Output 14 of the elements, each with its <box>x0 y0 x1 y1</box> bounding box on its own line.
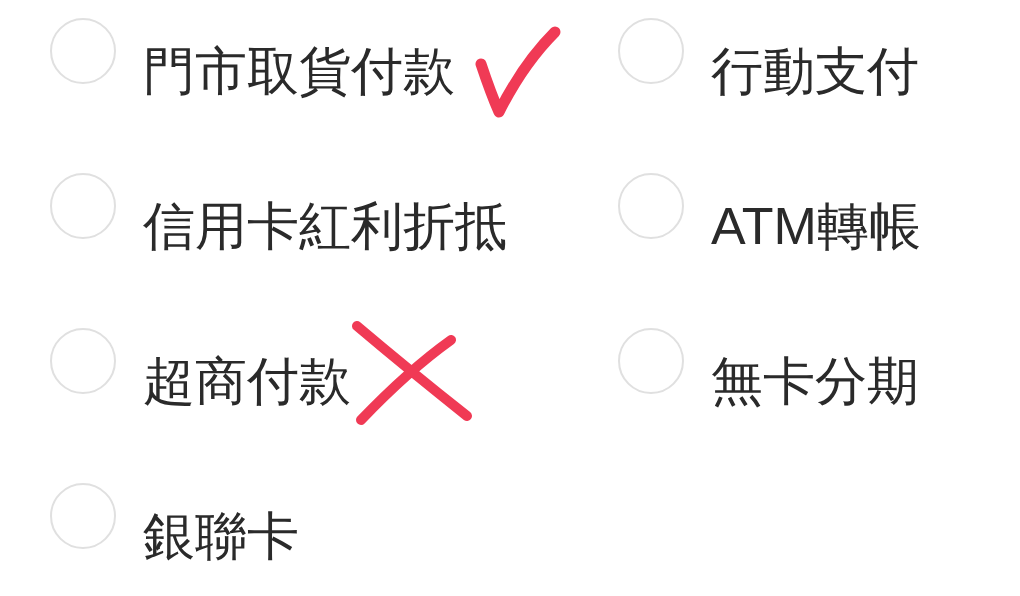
option-label: 行動支付 <box>711 44 919 99</box>
option-label: 門市取貨付款 <box>143 44 455 99</box>
option-label: 銀聯卡 <box>143 509 299 564</box>
option-label: 信用卡紅利折抵 <box>143 199 507 254</box>
option-label: 超商付款 <box>143 354 351 409</box>
radio-button[interactable] <box>50 483 116 549</box>
option-label: 無卡分期 <box>711 354 919 409</box>
radio-button[interactable] <box>50 328 116 394</box>
radio-button[interactable] <box>618 18 684 84</box>
radio-button[interactable] <box>50 173 116 239</box>
radio-button[interactable] <box>618 173 684 239</box>
radio-button[interactable] <box>50 18 116 84</box>
radio-button[interactable] <box>618 328 684 394</box>
option-label: ATM轉帳 <box>711 199 921 254</box>
